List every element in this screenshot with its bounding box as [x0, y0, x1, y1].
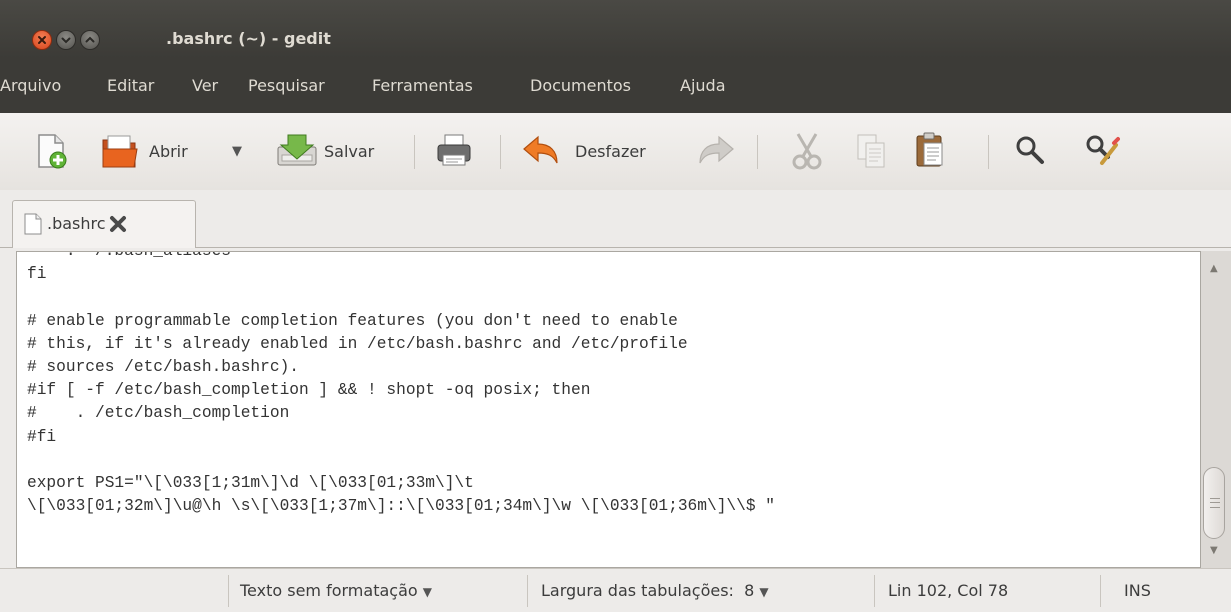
toolbar: Abrir ▼ Salvar Desfazer [0, 113, 1231, 190]
dropdown-arrow-icon: ▼ [759, 585, 769, 599]
undo-button[interactable]: Desfazer [516, 113, 676, 190]
menu-documentos[interactable]: Documentos [530, 76, 631, 95]
menu-ver[interactable]: Ver [192, 76, 218, 95]
maximize-window-button[interactable] [80, 30, 100, 50]
dropdown-arrow-icon: ▼ [232, 144, 242, 159]
find-replace-icon [1086, 135, 1120, 165]
window-title: .bashrc (~) - gedit [166, 29, 331, 48]
cut-button[interactable] [786, 113, 826, 190]
copy-button[interactable] [850, 113, 890, 190]
grip-icon [1210, 498, 1220, 508]
menu-bar: Arquivo Editar Ver Pesquisar Ferramentas… [0, 58, 1231, 113]
chevron-up-icon [85, 36, 95, 43]
code-content: . ~/.bash_aliasesfi # enable programmable… [27, 251, 775, 518]
open-folder-icon [102, 135, 138, 168]
tab-bashrc[interactable]: .bashrc [12, 200, 196, 248]
code-line: fi [27, 265, 47, 284]
chevron-down-icon [61, 37, 71, 44]
close-window-button[interactable] [32, 30, 52, 50]
code-line: export PS1="\[\033[1;31m\]\d \[\033[01;3… [27, 473, 474, 492]
save-button[interactable]: Salvar [276, 113, 392, 190]
status-bar: Texto sem formatação ▼ Largura das tabul… [0, 568, 1231, 612]
code-line: # . /etc/bash_completion [27, 404, 290, 423]
scrollbar-thumb[interactable] [1203, 467, 1225, 539]
open-label: Abrir [149, 142, 188, 161]
language-selector[interactable]: Texto sem formatação ▼ [240, 581, 432, 600]
tab-label: .bashrc [47, 214, 106, 233]
replace-button[interactable] [1078, 113, 1122, 190]
code-line: #fi [27, 427, 57, 446]
insert-mode-indicator: INS [1124, 581, 1151, 600]
title-bar: .bashrc (~) - gedit [0, 0, 1231, 58]
text-editor[interactable]: . ~/.bash_aliasesfi # enable programmable… [16, 251, 1201, 568]
code-line: # this, if it's already enabled in /etc/… [27, 334, 688, 353]
menu-ajuda[interactable]: Ajuda [680, 76, 726, 95]
language-label: Texto sem formatação [240, 581, 418, 600]
printer-icon [437, 134, 471, 166]
menu-editar[interactable]: Editar [107, 76, 154, 95]
redo-arrow-icon [699, 135, 734, 164]
status-separator [1100, 575, 1101, 607]
new-document-button[interactable] [30, 113, 70, 190]
toolbar-separator [757, 135, 758, 169]
scroll-down-arrow-icon[interactable]: ▼ [1210, 545, 1218, 556]
tab-width-label: Largura das tabulações: 8 [541, 581, 755, 600]
redo-button[interactable] [693, 113, 737, 190]
dropdown-arrow-icon: ▼ [422, 585, 432, 599]
save-icon [277, 134, 317, 166]
recent-files-dropdown[interactable]: ▼ [228, 113, 250, 190]
close-tab-icon[interactable] [109, 215, 127, 233]
vertical-scrollbar[interactable]: ▲ ▼ [1201, 251, 1231, 568]
paste-clipboard-icon [916, 132, 943, 167]
tab-width-selector[interactable]: Largura das tabulações: 8 ▼ [541, 581, 769, 600]
status-separator [527, 575, 528, 607]
find-button[interactable] [1008, 113, 1048, 190]
menu-ferramentas[interactable]: Ferramentas [372, 76, 473, 95]
code-line: . ~/.bash_aliases [27, 251, 231, 260]
scroll-up-arrow-icon[interactable]: ▲ [1210, 263, 1218, 274]
copy-icon [857, 134, 885, 168]
paste-button[interactable] [908, 113, 950, 190]
code-line: # sources /etc/bash.bashrc). [27, 357, 299, 376]
undo-arrow-icon [523, 135, 558, 164]
scissors-icon [792, 133, 822, 170]
close-icon [38, 36, 46, 44]
menu-pesquisar[interactable]: Pesquisar [248, 76, 325, 95]
status-separator [874, 575, 875, 607]
minimize-window-button[interactable] [56, 30, 76, 50]
menu-arquivo[interactable]: Arquivo [0, 76, 61, 95]
code-line: # enable programmable completion feature… [27, 311, 678, 330]
cursor-position: Lin 102, Col 78 [888, 581, 1009, 600]
new-document-icon [38, 134, 67, 169]
toolbar-separator [414, 135, 415, 169]
undo-label: Desfazer [575, 142, 646, 161]
search-icon [1016, 136, 1044, 164]
toolbar-separator [988, 135, 989, 169]
code-line: \[\033[01;32m\]\u@\h \s\[\033[1;37m\]::\… [27, 497, 775, 516]
code-line: #if [ -f /etc/bash_completion ] && ! sho… [27, 381, 591, 400]
print-button[interactable] [432, 113, 476, 190]
save-label: Salvar [324, 142, 375, 161]
open-button[interactable]: Abrir [95, 113, 215, 190]
status-separator [228, 575, 229, 607]
text-file-icon [24, 213, 42, 235]
toolbar-separator [500, 135, 501, 169]
